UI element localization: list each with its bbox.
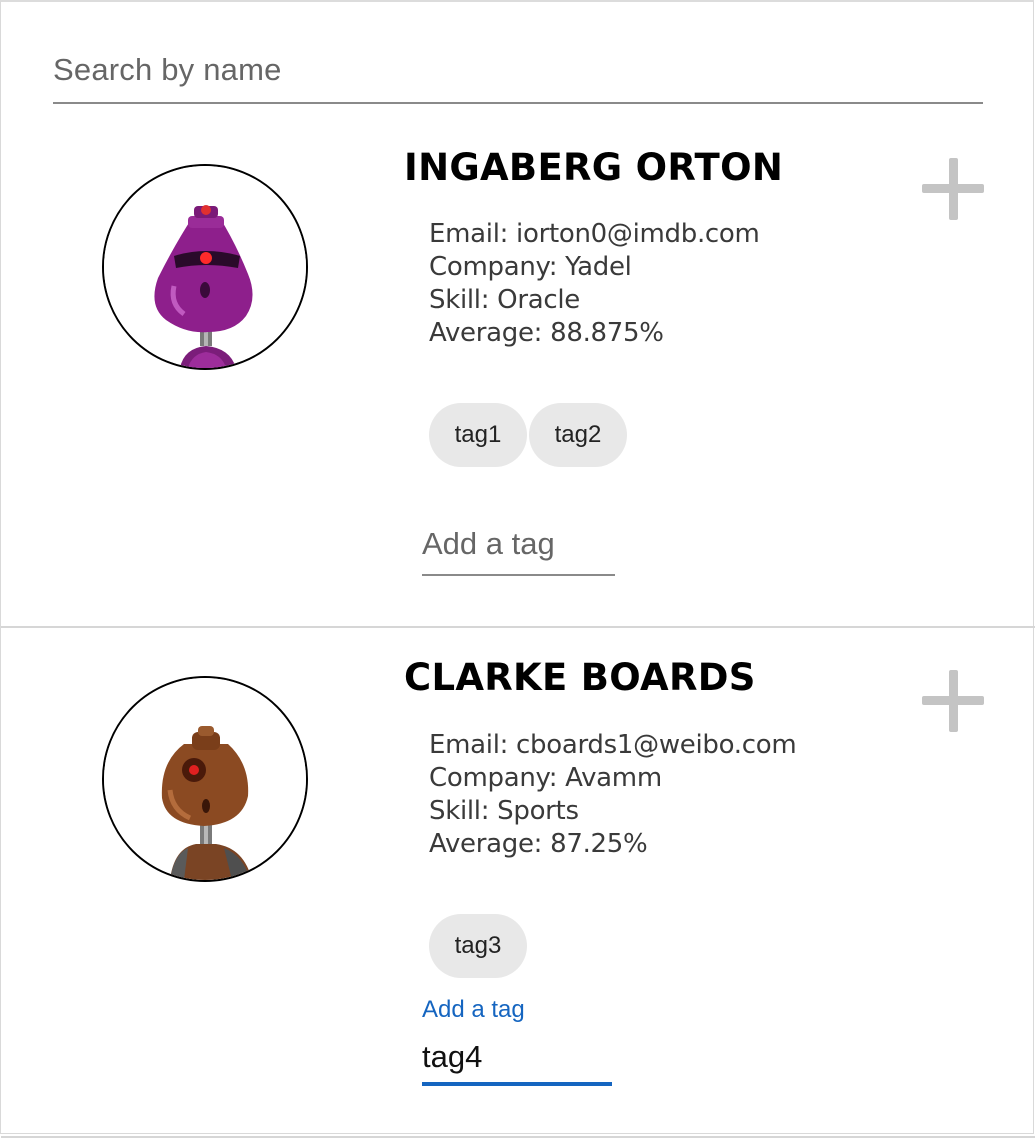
input-focus-underline [422,1082,612,1086]
add-tag-field[interactable] [422,518,615,576]
student-info: Email: iorton0@imdb.com Company: Yadel S… [429,218,760,350]
student-skill: Skill: Oracle [429,285,580,315]
expand-grades-button[interactable] [922,158,984,220]
student-card: INGABERG ORTON Email: iorton0@imdb.com C… [1,128,1035,628]
student-name: INGABERG ORTON [404,146,784,189]
student-company: Company: Avamm [429,763,662,793]
student-card: CLARKE BOARDS Email: cboards1@weibo.com … [1,628,1035,1138]
student-email: Email: cboards1@weibo.com [429,730,797,760]
student-company: Company: Yadel [429,252,632,282]
student-skill: Skill: Sports [429,796,579,826]
robot-avatar-image [104,678,306,880]
tag-list: tag1 tag2 [429,403,627,467]
tag-chip: tag1 [429,403,527,467]
tag-chip: tag2 [529,403,627,467]
app-frame: INGABERG ORTON Email: iorton0@imdb.com C… [0,0,1035,1138]
search-field[interactable] [53,44,983,104]
robot-avatar-image [104,166,306,368]
add-tag-input[interactable] [422,522,615,566]
student-info: Email: cboards1@weibo.com Company: Avamm… [429,729,797,861]
search-input[interactable] [53,44,983,96]
student-average: Average: 88.875% [429,318,664,348]
tag-chip: tag3 [429,914,527,978]
expand-grades-button[interactable] [922,670,984,732]
add-tag-label: Add a tag [422,996,525,1023]
add-tag-field[interactable]: Add a tag [422,996,615,1086]
avatar [102,164,308,370]
tag-list: tag3 [429,914,527,978]
student-average: Average: 87.25% [429,829,648,859]
student-email: Email: iorton0@imdb.com [429,219,760,249]
avatar [102,676,308,882]
student-name: CLARKE BOARDS [404,656,756,699]
add-tag-input[interactable] [422,1036,615,1078]
